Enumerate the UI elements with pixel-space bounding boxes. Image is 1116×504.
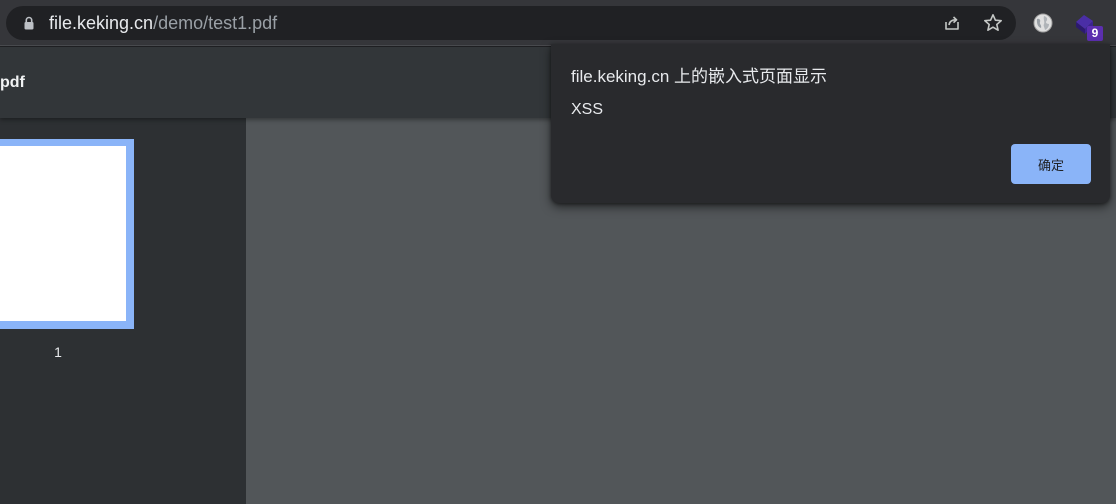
- extension-badge: 9: [1087, 26, 1103, 41]
- dialog-message: XSS: [571, 101, 604, 118]
- url-text[interactable]: file.keking.cn/demo/test1.pdf: [49, 13, 277, 33]
- thumbnail-page-preview: [0, 146, 126, 321]
- url-host: file.keking.cn: [49, 13, 154, 33]
- alert-dialog: file.keking.cn 上的嵌入式页面显示 XSS 确定: [551, 44, 1110, 203]
- pdf-title: pdf: [0, 74, 25, 91]
- address-bar[interactable]: file.keking.cn/demo/test1.pdf: [6, 6, 1016, 40]
- pdf-thumbnail-sidebar: 1: [0, 118, 246, 504]
- dialog-title: file.keking.cn 上的嵌入式页面显示: [571, 67, 827, 86]
- browser-toolbar: file.keking.cn/demo/test1.pdf 9: [0, 0, 1116, 46]
- page-thumbnail[interactable]: [0, 139, 134, 329]
- star-icon[interactable]: [982, 12, 1004, 34]
- ok-button[interactable]: 确定: [1011, 144, 1091, 184]
- puzzle-extension-button[interactable]: 9: [1070, 10, 1104, 42]
- thumbnail-page-number: 1: [54, 344, 62, 360]
- globe-icon[interactable]: [1032, 12, 1054, 34]
- share-icon[interactable]: [942, 13, 962, 33]
- lock-icon[interactable]: [21, 15, 37, 31]
- url-path: /demo/test1.pdf: [153, 13, 278, 33]
